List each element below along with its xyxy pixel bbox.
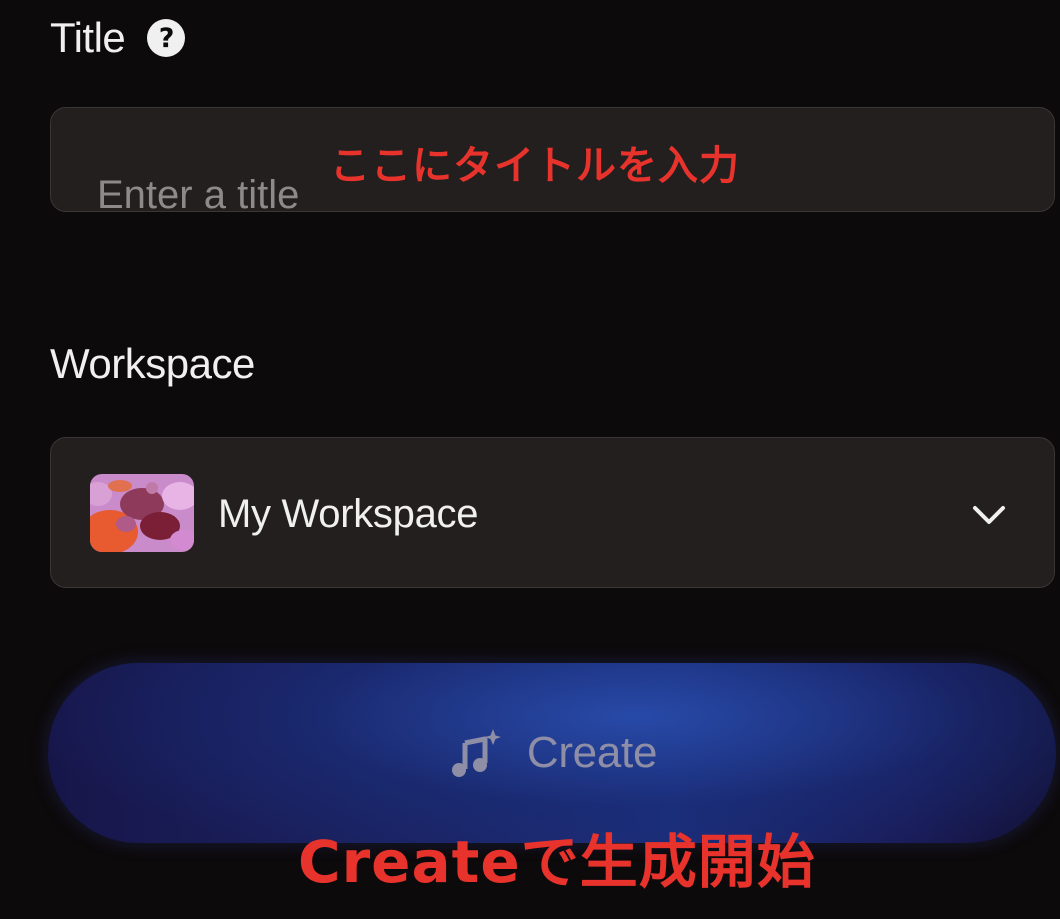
music-note-sparkle-icon xyxy=(447,727,501,781)
create-button-label: Create xyxy=(526,728,658,777)
question-circle-icon[interactable]: ? xyxy=(147,19,186,57)
create-annotation: Createで生成開始 xyxy=(298,828,816,896)
title-annotation: ここにタイトルを入力 xyxy=(330,143,740,189)
workspace-select[interactable]: My Workspace xyxy=(50,437,1055,588)
create-form: Title ? ここにタイトルを入力 Workspace My Workspac… xyxy=(0,0,1060,919)
workspace-name: My Workspace xyxy=(218,492,479,536)
workspace-avatar xyxy=(90,474,194,552)
title-label: Title xyxy=(50,14,126,61)
chevron-down-icon xyxy=(970,496,1008,534)
workspace-label: Workspace xyxy=(50,340,255,387)
title-heading: Title ? xyxy=(50,14,186,62)
